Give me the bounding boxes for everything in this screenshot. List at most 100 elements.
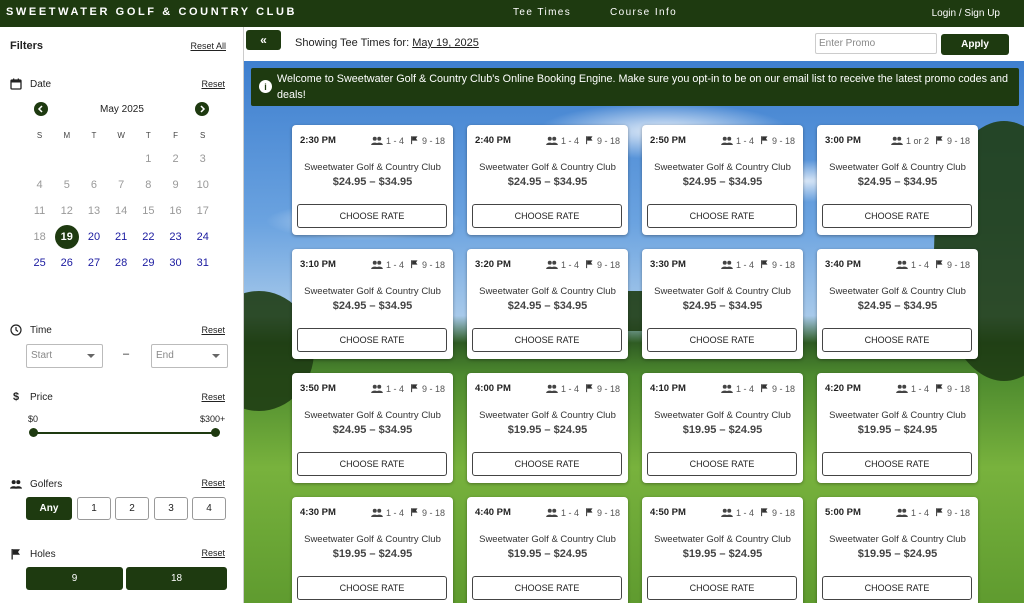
calendar-day[interactable]: 23 (162, 224, 189, 250)
hole-options: 9 - 18 (596, 260, 620, 270)
tee-time-meta: 1 - 4 9 - 18 (721, 383, 795, 395)
choose-rate-button[interactable]: CHOOSE RATE (647, 576, 797, 600)
choose-rate-button[interactable]: CHOOSE RATE (297, 328, 447, 352)
hole-options: 9 - 18 (421, 136, 445, 146)
course-name: Sweetwater Golf & Country Club (479, 534, 616, 545)
tee-time-card: 3:30 PM 1 - 4 9 - 18 Sweetwater Golf & Coun… (642, 249, 803, 359)
holes-18-button[interactable]: 18 (126, 567, 227, 590)
start-time-select[interactable]: Start (26, 344, 103, 368)
chevron-left-icon[interactable] (34, 102, 48, 116)
tee-time-card: 3:40 PM 1 - 4 9 - 18 Sweetwater Golf & Coun… (817, 249, 978, 359)
price-slider-min-handle[interactable] (29, 428, 38, 437)
choose-rate-button[interactable]: CHOOSE RATE (297, 204, 447, 228)
flag-icon (760, 507, 769, 519)
golfers-1-button[interactable]: 1 (77, 497, 111, 520)
hole-options: 9 - 18 (771, 136, 795, 146)
tee-time-card: 3:20 PM 1 - 4 9 - 18 Sweetwater Golf & Coun… (467, 249, 628, 359)
end-time-select[interactable]: End (151, 344, 228, 368)
price-reset-link[interactable]: Reset (201, 392, 225, 402)
choose-rate-button[interactable]: CHOOSE RATE (647, 204, 797, 228)
price-slider-max-handle[interactable] (211, 428, 220, 437)
choose-rate-button[interactable]: CHOOSE RATE (472, 576, 622, 600)
people-icon (371, 260, 383, 271)
choose-rate-button[interactable]: CHOOSE RATE (647, 452, 797, 476)
nav-link-tee-times[interactable]: Tee Times (513, 7, 571, 18)
weekday-label: W (117, 130, 125, 140)
calendar-day[interactable]: 29 (135, 250, 162, 276)
start-time-placeholder: Start (31, 350, 53, 361)
calendar-day[interactable]: 26 (53, 250, 80, 276)
golfers-any-button[interactable]: Any (26, 497, 72, 520)
showing-date-link[interactable]: May 19, 2025 (412, 37, 479, 49)
choose-rate-button[interactable]: CHOOSE RATE (647, 328, 797, 352)
tee-time: 3:30 PM (650, 259, 686, 270)
calendar-month: May 2025 (100, 104, 144, 115)
choose-rate-button[interactable]: CHOOSE RATE (297, 576, 447, 600)
player-range: 1 - 4 (910, 508, 929, 518)
price-range: $24.95 – $34.95 (682, 300, 763, 312)
reset-all-link[interactable]: Reset All (190, 41, 226, 51)
tee-time-card: 3:00 PM 1 or 2 9 - 18 Sweetwater Golf & Cou… (817, 125, 978, 235)
tee-time-meta: 1 - 4 9 - 18 (896, 383, 970, 395)
tee-time-card: 3:10 PM 1 - 4 9 - 18 Sweetwater Golf & Coun… (292, 249, 453, 359)
calendar-day: 16 (169, 205, 182, 217)
holes-reset-link[interactable]: Reset (201, 548, 225, 558)
calendar-day[interactable]: 24 (189, 224, 216, 250)
price-range: $24.95 – $34.95 (332, 176, 413, 188)
player-range: 1 - 4 (735, 136, 754, 146)
player-range: 1 - 4 (910, 384, 929, 394)
calendar-empty-cell (108, 146, 135, 172)
tee-time: 4:40 PM (475, 507, 511, 518)
tee-time-meta: 1 or 2 9 - 18 (891, 135, 970, 147)
choose-rate-button[interactable]: CHOOSE RATE (472, 204, 622, 228)
calendar-day: 2 (172, 153, 179, 165)
tee-time-meta: 1 - 4 9 - 18 (371, 383, 445, 395)
time-reset-link[interactable]: Reset (201, 325, 225, 335)
price-range: $24.95 – $34.95 (332, 424, 413, 436)
promo-code-input[interactable] (815, 33, 937, 54)
chevron-right-icon[interactable] (195, 102, 209, 116)
nav-link-course-info[interactable]: Course Info (610, 7, 677, 18)
choose-rate-button[interactable]: CHOOSE RATE (822, 328, 972, 352)
login-link[interactable]: Login / Sign Up (932, 8, 1000, 19)
golfers-reset-link[interactable]: Reset (201, 478, 225, 488)
course-name: Sweetwater Golf & Country Club (479, 410, 616, 421)
choose-rate-button[interactable]: CHOOSE RATE (297, 452, 447, 476)
choose-rate-button[interactable]: CHOOSE RATE (822, 576, 972, 600)
choose-rate-button[interactable]: CHOOSE RATE (822, 204, 972, 228)
brand-name[interactable]: SWEETWATER GOLF & COUNTRY CLUB (6, 6, 297, 18)
calendar-day: 13 (87, 205, 101, 217)
tee-time-card: 2:40 PM 1 - 4 9 - 18 Sweetwater Golf & Coun… (467, 125, 628, 235)
tee-time-meta: 1 - 4 9 - 18 (896, 259, 970, 271)
choose-rate-button[interactable]: CHOOSE RATE (472, 328, 622, 352)
price-range: $24.95 – $34.95 (857, 300, 938, 312)
tee-time-card: 4:40 PM 1 - 4 9 - 18 Sweetwater Golf & Coun… (467, 497, 628, 603)
people-icon (721, 260, 733, 271)
calendar-day[interactable]: 28 (108, 250, 135, 276)
price-slider-track[interactable] (33, 432, 215, 434)
calendar-day[interactable]: 30 (162, 250, 189, 276)
people-icon (721, 136, 733, 147)
selected-day[interactable]: 19 (54, 225, 79, 249)
calendar-day[interactable]: 27 (80, 250, 107, 276)
calendar-day[interactable]: 21 (108, 224, 135, 250)
tee-time: 2:40 PM (475, 135, 511, 146)
holes-9-button[interactable]: 9 (26, 567, 123, 590)
calendar-day[interactable]: 19 (53, 224, 80, 250)
price-range: $24.95 – $34.95 (332, 300, 413, 312)
flag-icon (760, 383, 769, 395)
golfers-4-button[interactable]: 4 (192, 497, 226, 520)
calendar-day[interactable]: 22 (135, 224, 162, 250)
calendar-day[interactable]: 25 (26, 250, 53, 276)
apply-promo-button[interactable]: Apply (941, 34, 1009, 55)
calendar-day[interactable]: 20 (80, 224, 107, 250)
choose-rate-button[interactable]: CHOOSE RATE (472, 452, 622, 476)
golfers-2-button[interactable]: 2 (115, 497, 149, 520)
tee-time: 4:50 PM (650, 507, 686, 518)
collapse-sidebar-button[interactable]: « (246, 30, 281, 50)
calendar-day: 3 (199, 153, 206, 165)
date-reset-link[interactable]: Reset (201, 79, 225, 89)
golfers-3-button[interactable]: 3 (154, 497, 188, 520)
choose-rate-button[interactable]: CHOOSE RATE (822, 452, 972, 476)
calendar-day[interactable]: 31 (189, 250, 216, 276)
